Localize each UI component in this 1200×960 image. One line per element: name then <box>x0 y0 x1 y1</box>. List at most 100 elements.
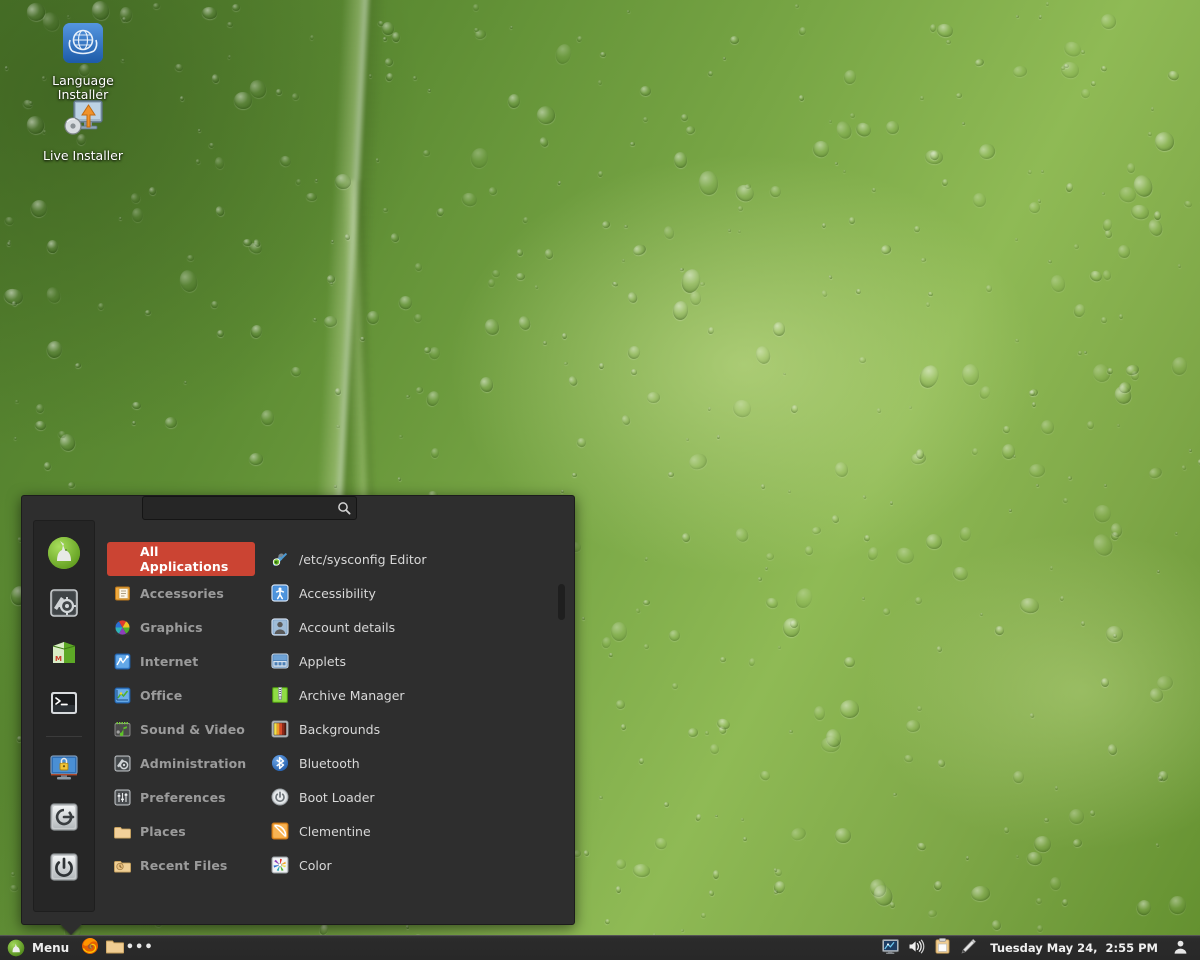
desktop-icon-live-installer[interactable]: Live Installer <box>23 93 143 164</box>
taskbar: Menu ••• Tuesday May 24, 2:55 PM <box>0 935 1200 960</box>
sidebar-item-software-manager[interactable]: M <box>43 635 85 675</box>
internet-icon <box>113 652 131 670</box>
app-item-account-details[interactable]: Account details <box>265 610 574 644</box>
all-applications-icon <box>113 550 131 568</box>
category-internet[interactable]: Internet <box>107 644 255 678</box>
app-item-color[interactable]: Color <box>265 848 574 882</box>
accessories-icon <box>113 584 131 602</box>
app-item-label: Backgrounds <box>299 721 381 737</box>
menu-sidebar: M <box>33 520 95 912</box>
category-office[interactable]: Office <box>107 678 255 712</box>
category-label: Graphics <box>140 619 203 635</box>
search-icon[interactable] <box>337 501 351 515</box>
lock-screen-icon <box>49 752 79 786</box>
boot-loader-icon <box>271 788 289 806</box>
logout-icon <box>49 802 79 836</box>
app-item-applets[interactable]: Applets <box>265 644 574 678</box>
category-administration[interactable]: Administration <box>107 746 255 780</box>
system-settings-icon <box>49 588 79 622</box>
bluetooth-icon <box>271 754 289 772</box>
sidebar-item-lock-screen[interactable] <box>43 749 85 789</box>
scrollbar-thumb[interactable] <box>558 584 565 620</box>
app-item-bluetooth[interactable]: Bluetooth <box>265 746 574 780</box>
pen-icon <box>960 938 977 958</box>
recent-files-icon <box>113 856 131 874</box>
category-label: Office <box>140 687 183 703</box>
sidebar-item-terminal[interactable] <box>43 685 85 725</box>
category-accessories[interactable]: Accessories <box>107 576 255 610</box>
category-all-applications[interactable]: All Applications <box>107 542 255 576</box>
application-menu-panel: M All Applications Accessories Graphics … <box>21 495 575 935</box>
launcher-file-manager[interactable] <box>102 937 127 960</box>
color-icon <box>271 856 289 874</box>
applets-icon <box>271 652 289 670</box>
app-item-label: Clementine <box>299 823 371 839</box>
app-list-scrollbar[interactable] <box>558 540 565 924</box>
category-label: Administration <box>140 755 247 771</box>
category-label: Accessories <box>140 585 224 601</box>
tray-pen[interactable] <box>956 937 980 960</box>
app-item-label: Bluetooth <box>299 755 360 771</box>
shutdown-icon <box>49 852 79 886</box>
archive-manager-icon <box>271 686 289 704</box>
terminal-icon <box>49 688 79 722</box>
network-monitor-icon <box>881 938 899 958</box>
sidebar-separator <box>46 736 82 738</box>
app-item-label: Boot Loader <box>299 789 375 805</box>
category-label: Places <box>140 823 186 839</box>
category-sound-video[interactable]: Sound & Video <box>107 712 255 746</box>
launcher-overflow[interactable]: ••• <box>126 937 153 960</box>
software-manager-icon: M <box>49 638 79 672</box>
monitor-upload-icon <box>23 93 143 143</box>
user-avatar-icon <box>1173 939 1188 958</box>
app-item-label: Archive Manager <box>299 687 405 703</box>
accessibility-icon <box>271 584 289 602</box>
app-item-archive-manager[interactable]: Archive Manager <box>265 678 574 712</box>
category-label: Preferences <box>140 789 226 805</box>
tray-clipboard[interactable] <box>930 937 954 960</box>
un-globe-icon <box>23 18 143 68</box>
app-item-clementine[interactable]: Clementine <box>265 814 574 848</box>
file-manager-icon <box>105 938 124 958</box>
menu-button[interactable]: Menu <box>3 937 77 960</box>
app-item-label: Applets <box>299 653 346 669</box>
app-item-sysconfig-editor[interactable]: e /etc/sysconfig Editor <box>265 542 574 576</box>
app-item-label: Color <box>299 857 332 873</box>
backgrounds-icon <box>271 720 289 738</box>
search-input[interactable] <box>151 501 337 515</box>
sidebar-item-system-settings[interactable] <box>43 585 85 625</box>
app-item-boot-loader[interactable]: Boot Loader <box>265 780 574 814</box>
mint-logo-icon <box>7 939 25 957</box>
category-places[interactable]: Places <box>107 814 255 848</box>
tray-user-avatar[interactable] <box>1168 937 1192 960</box>
app-item-backgrounds[interactable]: Backgrounds <box>265 712 574 746</box>
app-item-label: Account details <box>299 619 396 635</box>
desktop-icon-language-installer[interactable]: Language Installer <box>23 18 143 103</box>
clementine-icon <box>271 822 289 840</box>
firefox-icon <box>81 937 99 959</box>
sidebar-item-logout[interactable] <box>43 799 85 839</box>
clock[interactable]: Tuesday May 24, 2:55 PM <box>982 941 1166 955</box>
account-details-icon <box>271 618 289 636</box>
search-box[interactable] <box>142 496 357 520</box>
category-graphics[interactable]: Graphics <box>107 610 255 644</box>
desktop-icon-label: Live Installer <box>43 148 123 163</box>
tray-network-monitor[interactable] <box>878 937 902 960</box>
sound-video-icon <box>113 720 131 738</box>
clipboard-icon <box>935 938 950 958</box>
category-preferences[interactable]: Preferences <box>107 780 255 814</box>
taskbar-system-tray: Tuesday May 24, 2:55 PM <box>878 937 1196 960</box>
administration-icon <box>113 754 131 772</box>
app-item-accessibility[interactable]: Accessibility <box>265 576 574 610</box>
tray-volume[interactable] <box>904 937 928 960</box>
menu-pointer-arrow <box>60 924 82 935</box>
office-icon <box>113 686 131 704</box>
category-label: Sound & Video <box>140 721 245 737</box>
sidebar-item-shutdown[interactable] <box>43 849 85 889</box>
launcher-firefox[interactable] <box>77 937 102 960</box>
places-folder-icon <box>113 822 131 840</box>
category-recent-files[interactable]: Recent Files <box>107 848 255 882</box>
sidebar-item-mint-logo[interactable] <box>43 535 85 575</box>
graphics-icon <box>113 618 131 636</box>
category-label: Internet <box>140 653 199 669</box>
